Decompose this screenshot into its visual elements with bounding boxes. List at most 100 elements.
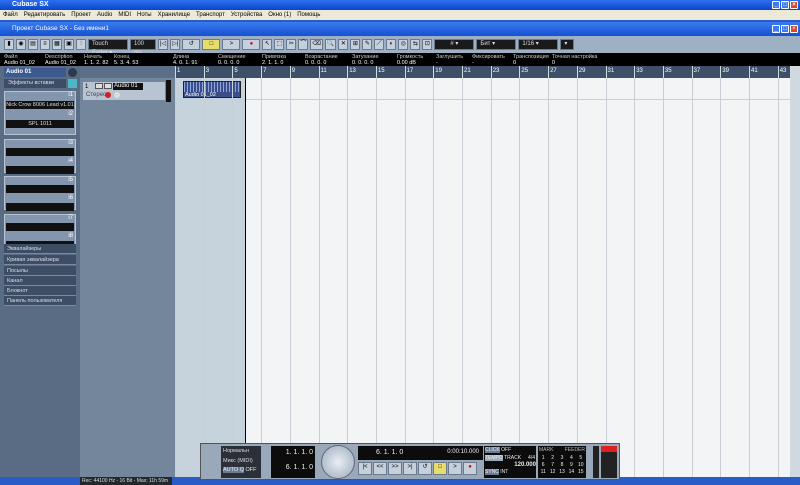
project-cursor[interactable] — [245, 78, 246, 477]
go-to-end-button[interactable]: ▷| — [170, 39, 181, 50]
split-tool[interactable]: ✂ — [286, 39, 297, 50]
marker-button[interactable]: 12 — [548, 469, 556, 475]
maximize-button[interactable]: □ — [781, 1, 789, 9]
play-transport[interactable]: > — [448, 462, 462, 475]
info-field[interactable]: Заглушить - — [436, 54, 463, 66]
object-select-tool[interactable]: ↖ — [262, 39, 273, 50]
section-notepad[interactable]: Блокнот — [4, 286, 76, 296]
solo-button[interactable]: ◉ — [16, 39, 26, 50]
inserts-section-header[interactable]: Эффекты вставки — [4, 79, 66, 88]
preroll-field[interactable]: 100 ms — [130, 39, 156, 56]
menu-item[interactable]: MIDI — [118, 12, 131, 18]
section-channel[interactable]: Канал — [4, 276, 76, 286]
info-field[interactable]: Начать 1. 1. 2. 82 — [84, 54, 108, 66]
solo-button-track[interactable] — [104, 83, 112, 89]
time-warp-tool[interactable]: ⊞ — [350, 39, 361, 50]
mixer-button[interactable]: ⫶ — [76, 39, 86, 50]
inspector-track-name[interactable]: Audio 01 — [4, 68, 66, 77]
marker-button[interactable]: 14 — [567, 469, 575, 475]
marker-button[interactable]: 8 — [558, 462, 566, 468]
info-field[interactable]: Конец 5. 3. 4. 53 — [114, 54, 138, 66]
info-field[interactable]: Фиксировать - — [472, 54, 505, 66]
info-field[interactable]: Возрастание 0. 0. 0. 0 — [305, 54, 338, 66]
insert-slot-1[interactable]: Nick Crow 8006 Lead v1.01 — [6, 101, 74, 109]
info-field[interactable]: Громкость 0.00 dB — [397, 54, 423, 66]
insert-slot-2[interactable]: SPL 1011 — [6, 120, 74, 128]
zoom-tool[interactable]: 🔍 — [324, 39, 337, 50]
mute-button[interactable] — [95, 83, 103, 89]
auto-quantize-button[interactable]: AUTO Q — [223, 467, 244, 473]
menu-item[interactable]: Редактировать — [24, 12, 65, 18]
right-locator[interactable]: 6. 1. 1. 0 — [271, 462, 315, 473]
mute-tool[interactable]: ✕ — [338, 39, 349, 50]
tempo-button[interactable]: TEMPO — [485, 455, 503, 461]
menu-item[interactable]: Файл — [3, 12, 18, 18]
cycle-transport[interactable]: ↺ — [418, 462, 432, 475]
activate-project-button[interactable]: ▮ — [4, 39, 14, 50]
record-transport[interactable]: ● — [463, 462, 477, 475]
marker-button[interactable]: 4 — [567, 455, 575, 461]
track-row[interactable]: 1 Audio 01 Стерео — [83, 82, 165, 100]
stop-transport[interactable]: □ — [433, 462, 447, 475]
marker-button[interactable]: 15 — [577, 469, 585, 475]
minimize-button[interactable]: _ — [772, 1, 780, 9]
monitor-icon[interactable] — [114, 92, 120, 98]
draw-tool[interactable]: ✎ — [362, 39, 373, 50]
menu-item[interactable]: Устройства — [231, 12, 262, 18]
jog-shuttle-wheel[interactable] — [321, 445, 355, 479]
sync-button[interactable]: SYNC — [485, 469, 499, 475]
marker-button[interactable]: 7 — [548, 462, 556, 468]
time-signature[interactable]: 4/4 — [528, 455, 535, 461]
record-button[interactable]: ● — [242, 39, 261, 50]
marker-button[interactable]: 1 — [539, 455, 547, 461]
marker-button[interactable]: 11 — [539, 469, 547, 475]
color-select[interactable]: ▾ — [560, 39, 575, 50]
info-field[interactable]: Привязка 2. 1. 1. 0 — [262, 54, 286, 66]
info-field[interactable]: Файл Audio 01_02 — [4, 54, 35, 66]
autoscroll-button[interactable]: ⇆ — [410, 39, 421, 50]
info-field[interactable]: Точная настройка 0 — [552, 54, 597, 66]
project-close-button[interactable]: × — [790, 25, 798, 33]
play-tool[interactable]: ◐ — [386, 39, 397, 50]
snap-button[interactable]: ⊡ — [422, 39, 433, 50]
fast-forward-button[interactable]: >> — [388, 462, 402, 475]
automation-mode-select[interactable]: Touch Fader ▾ — [88, 39, 128, 56]
erase-tool[interactable]: ⌫ — [310, 39, 323, 50]
ruler[interactable]: 1 3 5 7 9 11 13 15 17 19 21 23 25 27 29 31 33 35 37 39 41 43 — [175, 66, 790, 78]
close-button[interactable]: × — [790, 1, 798, 9]
go-to-end-transport[interactable]: >| — [403, 462, 417, 475]
cycle-button[interactable]: ↺ — [182, 39, 201, 50]
event-display[interactable]: Audio 01_02 — [175, 78, 790, 477]
inspector-toggle[interactable]: ▤ — [28, 39, 38, 50]
line-tool[interactable]: ／ — [374, 39, 385, 50]
menu-item[interactable]: Хранилище — [158, 12, 190, 18]
cycle-record-mode-select[interactable]: Микс (MIDI) — [221, 456, 261, 466]
insert-slot-4[interactable] — [6, 166, 74, 174]
vertical-scrollbar[interactable] — [790, 66, 800, 477]
project-minimize-button[interactable]: _ — [772, 25, 780, 33]
click-button[interactable]: CLICK — [485, 447, 500, 453]
menu-item[interactable]: Ноты — [137, 12, 152, 18]
record-enable-icon[interactable] — [105, 92, 111, 98]
record-mode-select[interactable]: Нормальн — [221, 446, 261, 456]
marker-button[interactable]: 2 — [548, 455, 556, 461]
position-time[interactable]: 0:00:10.000 — [447, 449, 479, 455]
scrub-tool[interactable]: ◎ — [398, 39, 409, 50]
play-button[interactable]: > — [222, 39, 241, 50]
marker-button[interactable]: 9 — [567, 462, 575, 468]
insert-slot-5[interactable] — [6, 185, 74, 193]
pool-button[interactable]: ▣ — [64, 39, 74, 50]
menu-item[interactable]: Окно (1) — [268, 12, 291, 18]
position-bars[interactable]: 6. 1. 1. 0 — [376, 449, 403, 456]
insert-slot-3[interactable] — [6, 148, 74, 156]
rewind-button[interactable]: << — [373, 462, 387, 475]
marker-button[interactable]: 10 — [577, 462, 585, 468]
info-field[interactable]: Description Audio 01_02 — [45, 54, 76, 66]
edit-channel-icon[interactable] — [68, 68, 77, 77]
left-locator[interactable]: 1. 1. 1. 0 — [271, 446, 315, 462]
range-tool[interactable]: ⬚ — [274, 39, 285, 50]
glue-tool[interactable]: ⌒ — [298, 39, 309, 50]
track-name[interactable]: Audio 01 — [113, 83, 143, 90]
insert-slot-7[interactable] — [6, 223, 74, 231]
marker-button[interactable]: 5 — [577, 455, 585, 461]
